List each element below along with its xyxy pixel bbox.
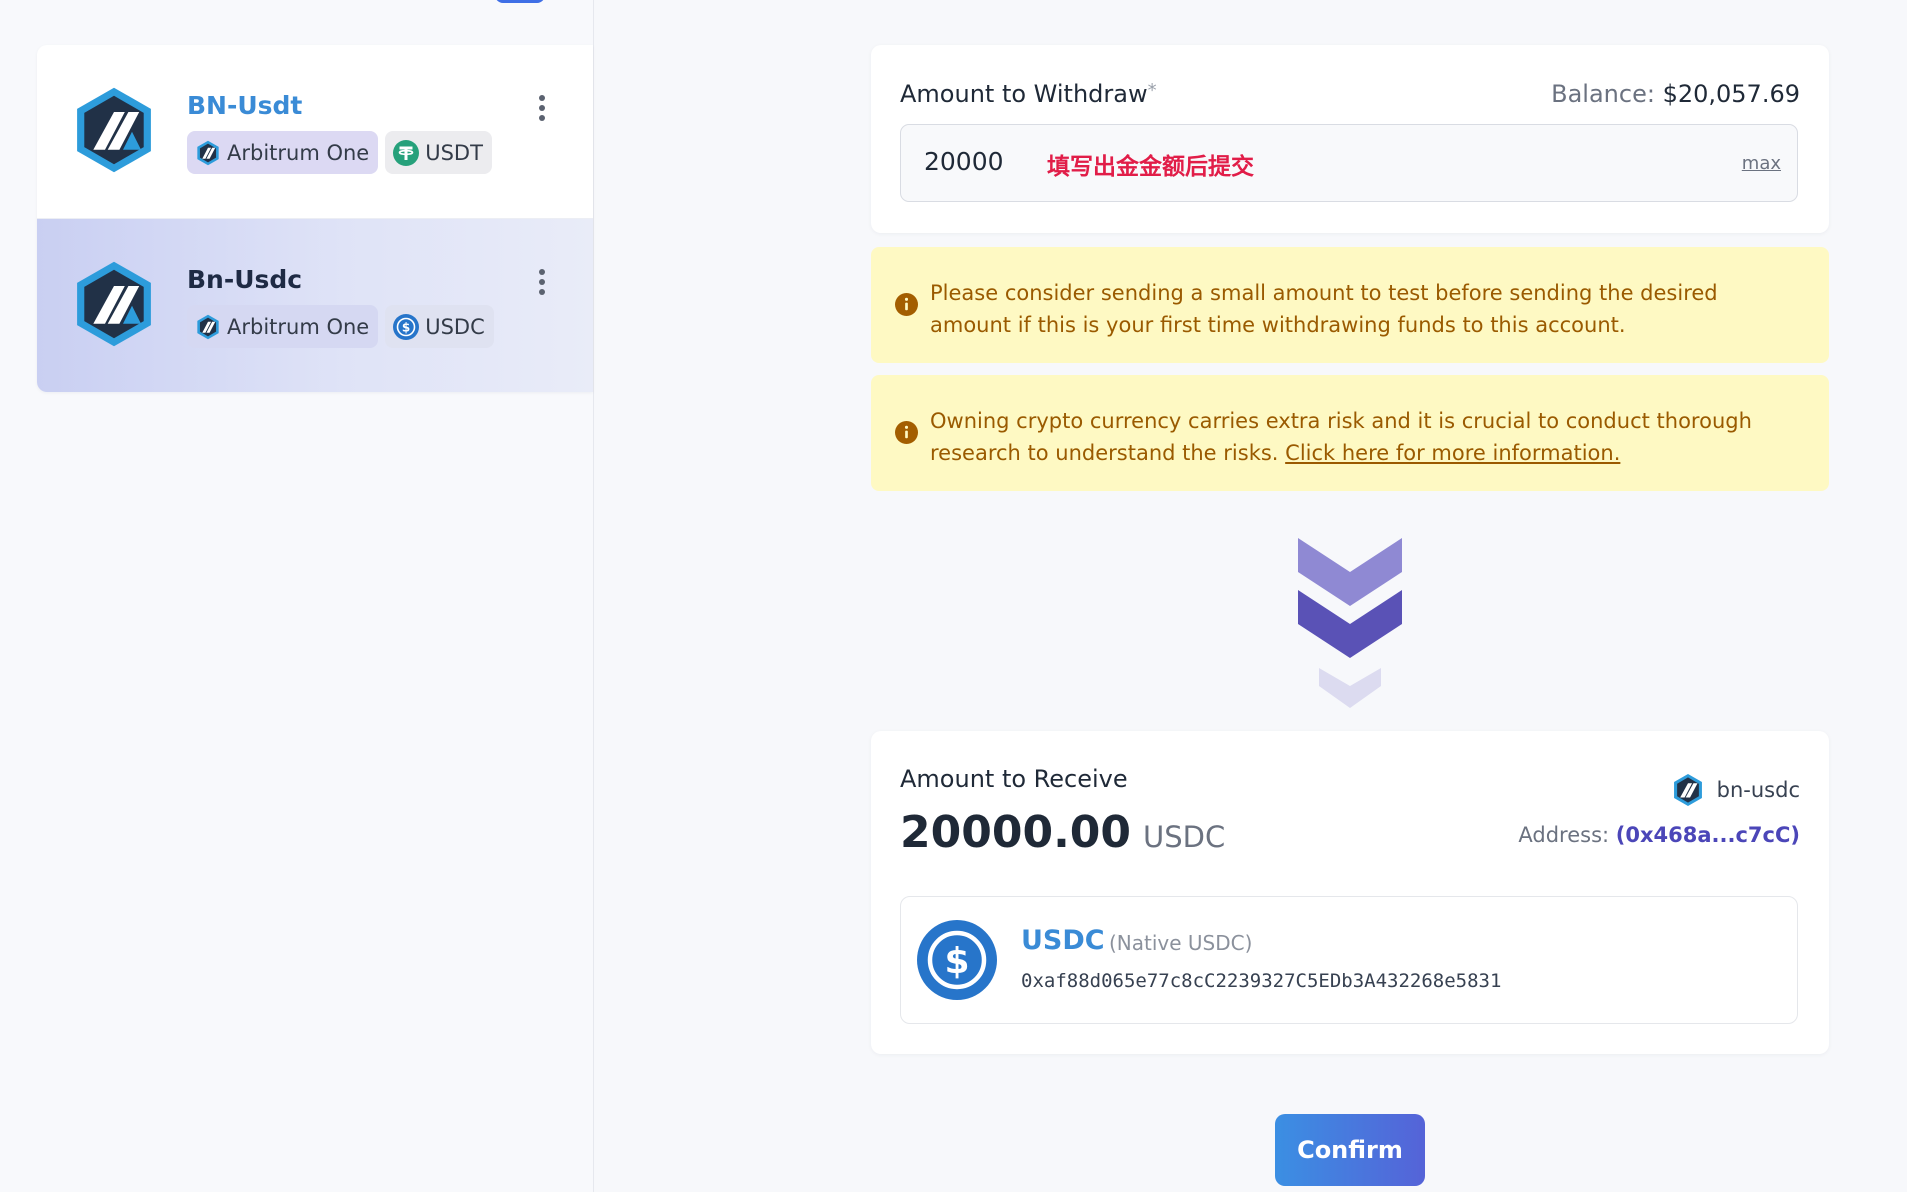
receive-card: Amount to Receive 20000.00 USDC bn-usdc … [871, 731, 1829, 1054]
amount-input[interactable] [924, 147, 1034, 176]
network-chip: Arbitrum One [187, 305, 379, 348]
info-icon [895, 421, 918, 444]
arbitrum-logo-icon [197, 314, 219, 339]
address-value[interactable]: (0x468a...c7cC) [1616, 823, 1800, 847]
usdc-icon: $ [393, 313, 420, 340]
arbitrum-logo-icon [1673, 774, 1702, 806]
account-list: BN-Usdt Arbitrum One USDT Bn-Usdc Arbitr… [37, 45, 593, 392]
balance: Balance: $20,057.69 [1551, 80, 1800, 108]
receive-unit: USDC [1143, 820, 1226, 854]
account-sidebar: BN-Usdt Arbitrum One USDT Bn-Usdc Arbitr… [0, 0, 594, 1192]
token-symbol: USDC [1021, 925, 1105, 956]
balance-value: $20,057.69 [1662, 80, 1800, 108]
info-icon [895, 293, 918, 316]
amount-hint: 填写出金金额后提交 [1047, 154, 1254, 180]
receive-label: Amount to Receive [900, 765, 1128, 793]
risk-notice: Owning crypto currency carries extra ris… [871, 375, 1829, 491]
withdraw-card: Amount to Withdraw* Balance: $20,057.69 … [871, 45, 1829, 233]
notice-text: Please consider sending a small amount t… [930, 281, 1718, 337]
account-name: Bn-Usdc [187, 265, 303, 294]
usdc-icon: $ [917, 920, 997, 1000]
withdraw-label: Amount to Withdraw* [900, 80, 1157, 108]
kebab-menu-icon[interactable] [538, 95, 546, 121]
token-chip: USDT [385, 131, 492, 174]
network-label: Arbitrum One [227, 314, 370, 339]
token-info: $ USDC (Native USDC) 0xaf88d065e77c8cC22… [900, 896, 1798, 1024]
balance-label: Balance: [1551, 80, 1655, 108]
destination-account: bn-usdc [1671, 773, 1800, 807]
receive-amount-value: 20000.00 [900, 807, 1132, 858]
confirm-button[interactable]: Confirm [1275, 1114, 1425, 1186]
svg-text:$: $ [944, 941, 969, 982]
token-subtitle: (Native USDC) [1109, 931, 1253, 955]
more-info-link[interactable]: Click here for more information. [1285, 441, 1620, 465]
test-amount-notice: Please consider sending a small amount t… [871, 247, 1829, 363]
account-item-bn-usdc[interactable]: Bn-Usdc Arbitrum One $ USDC [37, 219, 593, 392]
network-label: Arbitrum One [227, 140, 370, 165]
receive-amount: 20000.00 USDC [900, 807, 1225, 858]
address-label: Address: [1518, 823, 1610, 847]
token-label: USDT [425, 140, 483, 165]
kebab-menu-icon[interactable] [538, 269, 546, 295]
active-tab-indicator[interactable] [495, 0, 545, 3]
svg-text:$: $ [402, 320, 410, 334]
account-name: BN-Usdt [187, 91, 303, 120]
max-button[interactable]: max [1742, 153, 1781, 174]
token-contract-address: 0xaf88d065e77c8cC2239327C5EDb3A432268e58… [1021, 970, 1502, 992]
destination-name: bn-usdc [1716, 778, 1800, 802]
tether-icon [393, 139, 420, 166]
network-chip: Arbitrum One [187, 131, 379, 174]
arbitrum-logo-icon [77, 87, 151, 173]
arbitrum-logo-icon [197, 140, 219, 165]
chevron-down-icon [1298, 538, 1402, 708]
arbitrum-logo-icon [77, 261, 151, 347]
token-chip: $ USDC [385, 305, 494, 348]
token-label: USDC [425, 314, 485, 339]
account-item-bn-usdt[interactable]: BN-Usdt Arbitrum One USDT [37, 45, 593, 219]
amount-field[interactable]: 填写出金金额后提交 max [900, 124, 1798, 202]
destination-address: Address: (0x468a...c7cC) [1518, 823, 1800, 847]
